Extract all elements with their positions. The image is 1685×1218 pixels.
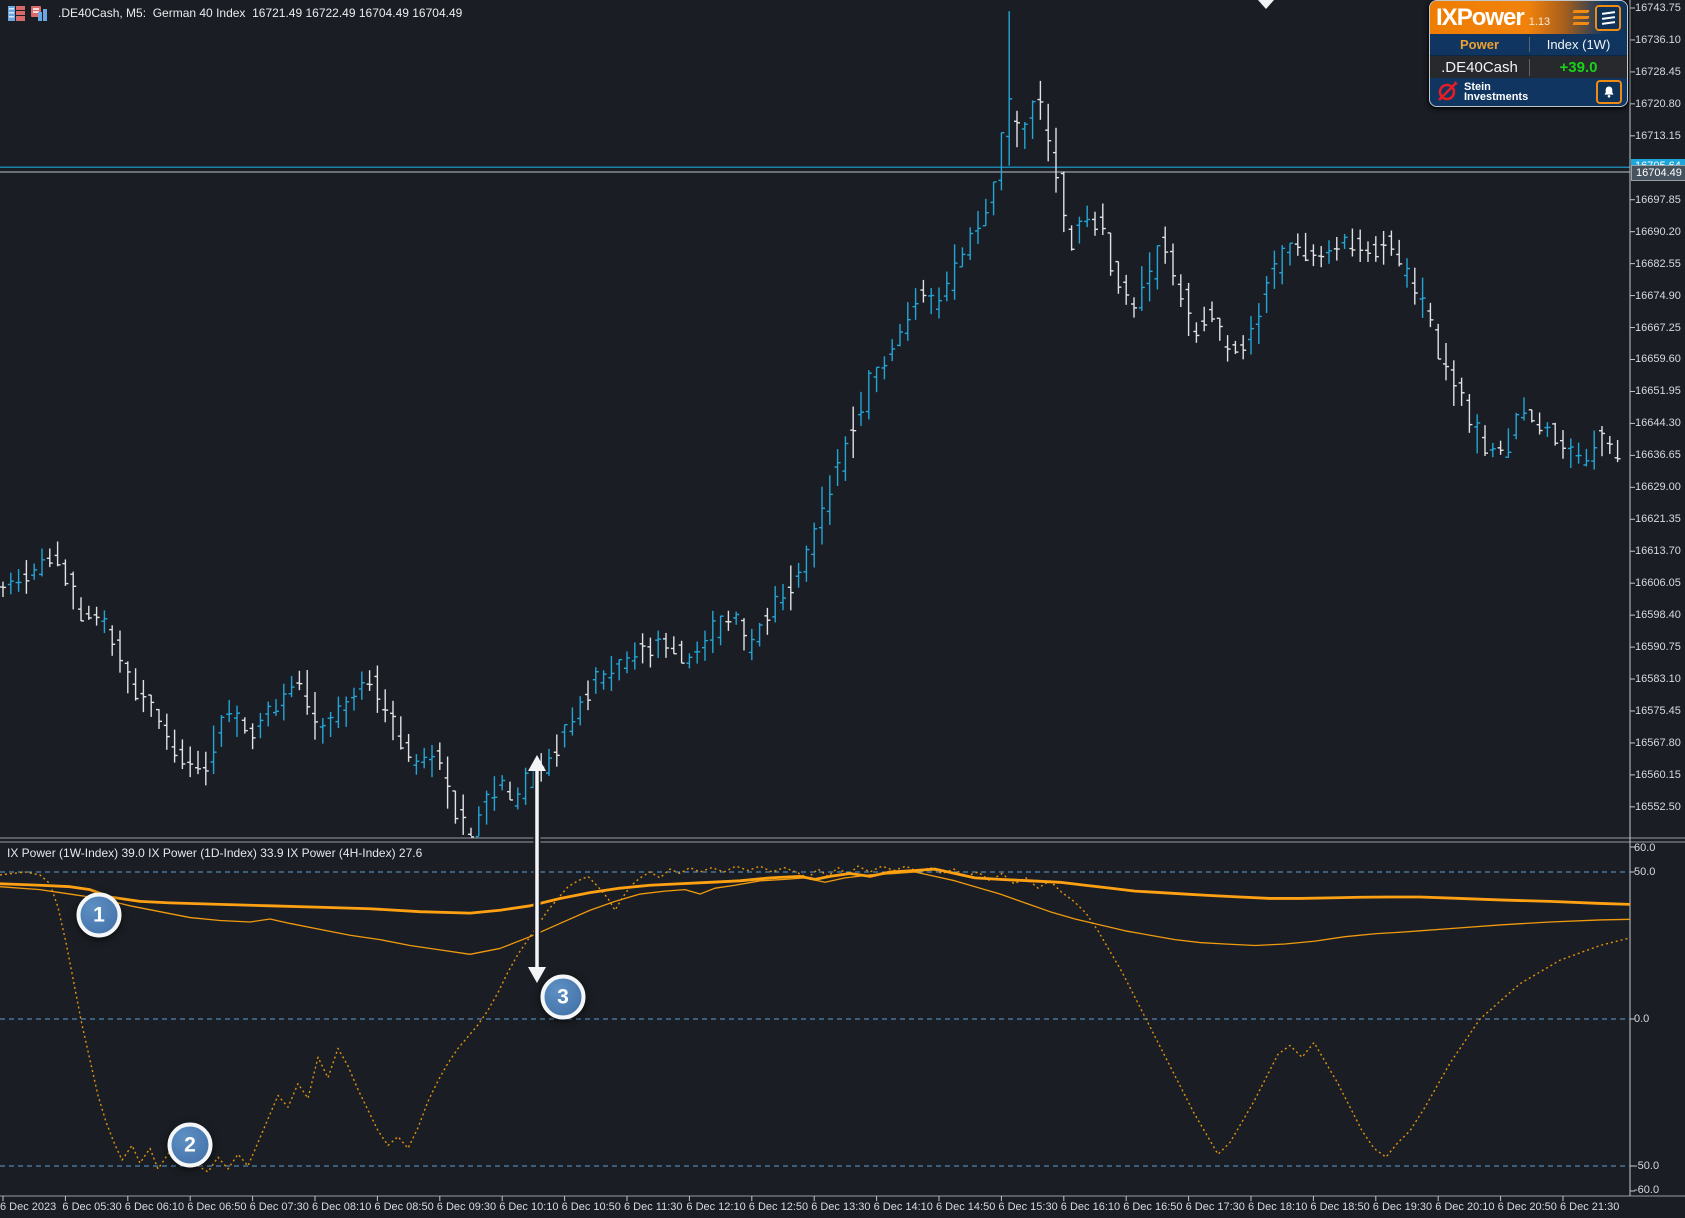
power-column-label: Power (1430, 37, 1530, 52)
index-column-label: Index (1W) (1546, 37, 1611, 52)
bid-price-tag: 16704.49 (1631, 165, 1685, 181)
power-value: +39.0 (1559, 58, 1598, 76)
ixpower-panel-1w: IXPower 1.13 Power Index (1W) .DE40Cash … (1429, 0, 1628, 107)
stein-investments-logo-icon (1436, 81, 1458, 103)
version-label: 1.13 (1528, 15, 1551, 28)
panel-value-row: .DE40Cash +39.0 (1430, 56, 1627, 78)
chart-canvas[interactable] (0, 0, 1685, 1218)
panel-header-row: Power Index (1W) (1430, 34, 1627, 56)
menu-icon[interactable] (1595, 4, 1621, 31)
annotation-circle-1[interactable]: 1 (76, 892, 122, 938)
mt5-chart-window: .DE40Cash, M5: German 40 Index 16721.49 … (0, 0, 1685, 1218)
alert-bell-button[interactable] (1596, 80, 1622, 104)
indicator-title: IX Power (1W-Index) 39.0 IX Power (1D-In… (7, 846, 423, 860)
one-click-trading-icon[interactable] (31, 5, 48, 21)
depth-of-market-icon[interactable] (8, 5, 25, 21)
symbol-ohlc-title: .DE40Cash, M5: German 40 Index 16721.49 … (58, 6, 463, 20)
symbol-label: .DE40Cash (1430, 58, 1530, 76)
signal-lines-icon (1572, 10, 1590, 25)
annotation-circle-2[interactable]: 2 (167, 1122, 213, 1168)
ixpower-logo: IXPower (1436, 3, 1525, 31)
stein-investments-label: SteinInvestments (1464, 81, 1529, 103)
ixpower-header: IXPower 1.13 (1430, 1, 1627, 34)
chart-titlebar: .DE40Cash, M5: German 40 Index 16721.49 … (8, 3, 462, 23)
time-marker-arrow-icon (1258, 0, 1274, 9)
panel-footer: SteinInvestments (1430, 78, 1627, 106)
annotation-circle-3[interactable]: 3 (540, 974, 586, 1020)
